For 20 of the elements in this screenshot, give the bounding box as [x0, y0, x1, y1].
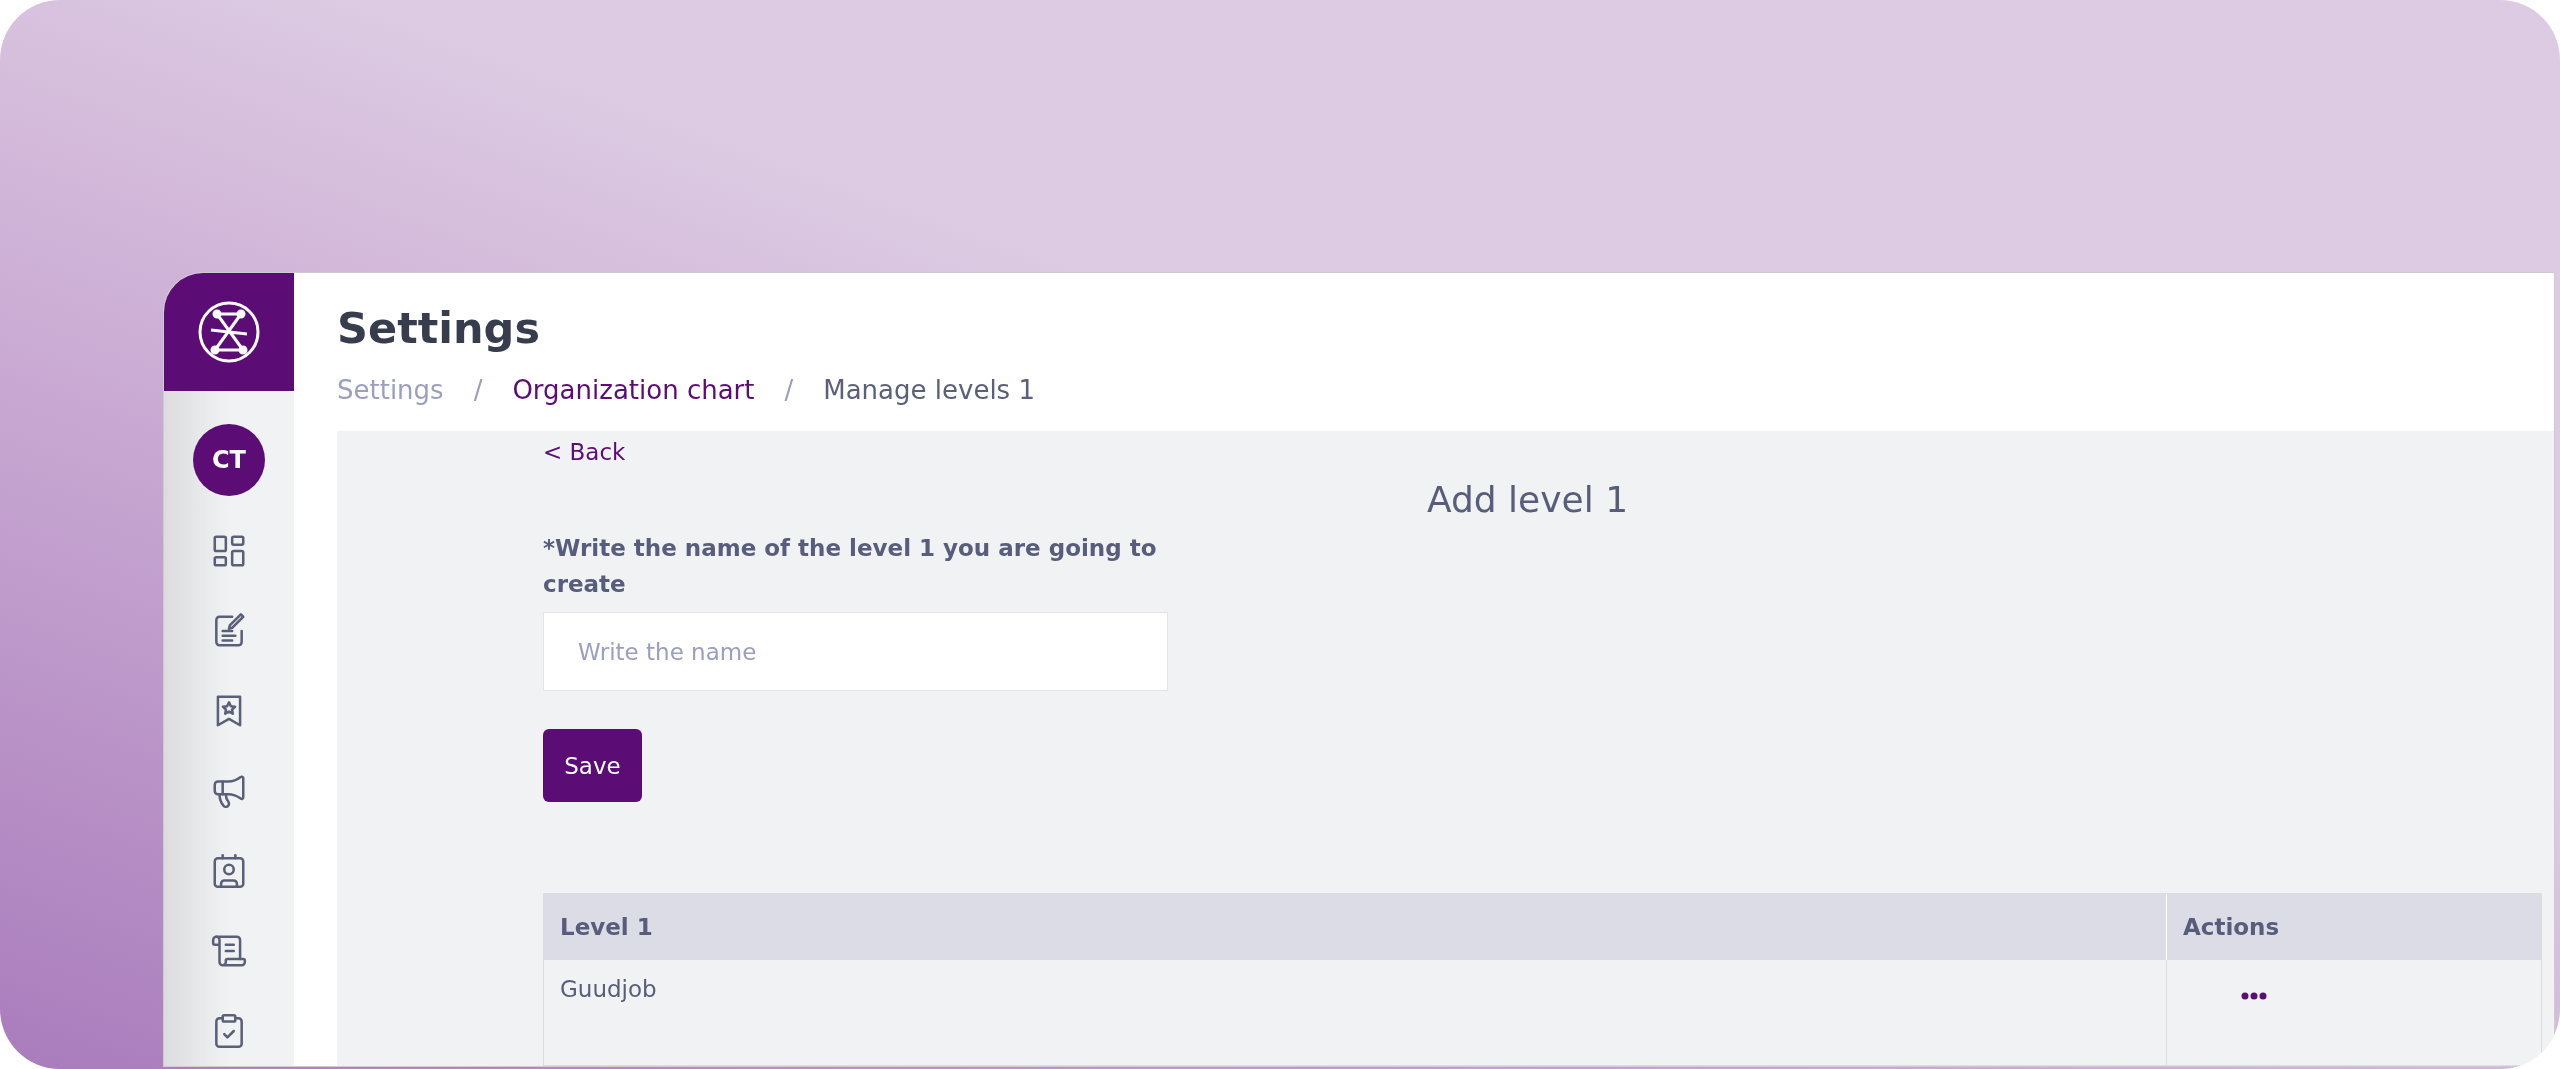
logo-icon [197, 300, 261, 364]
page-title: Settings [337, 303, 541, 353]
column-header: Level 1 [544, 894, 2166, 960]
name-input-field[interactable]: Write the name [543, 612, 1168, 692]
breadcrumb-item: Manage levels 1 [823, 375, 1035, 405]
document-icon[interactable] [210, 932, 248, 970]
breadcrumb-separator: / [784, 375, 794, 405]
megaphone-icon[interactable] [210, 772, 248, 810]
field-label: *Write the name of the level 1 you are going to create [543, 534, 1158, 599]
back-link[interactable]: < Back [543, 439, 626, 465]
id-card-icon[interactable] [210, 852, 248, 890]
breadcrumb-separator: / [473, 375, 483, 405]
dashboard-icon[interactable] [210, 532, 248, 570]
form-heading: Add level 1 [1425, 479, 1630, 520]
save-button[interactable]: Save [543, 729, 642, 802]
column-header: Actions [2166, 894, 2541, 960]
table-cell-text: Guudjob [559, 975, 658, 1004]
breadcrumb-item[interactable]: Organization chart [512, 375, 755, 405]
user-avatar[interactable]: CT [193, 424, 265, 496]
more-options-icon [2241, 992, 2267, 1000]
